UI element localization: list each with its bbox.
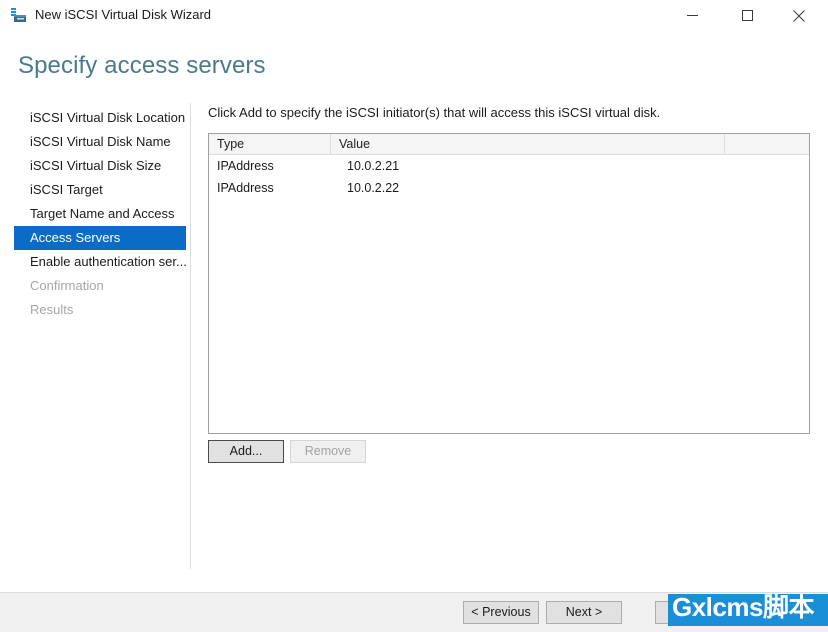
close-button[interactable]: [776, 0, 822, 31]
sidebar-item-label: Target Name and Access: [30, 206, 175, 221]
sidebar-item-access-servers[interactable]: Access Servers: [14, 226, 186, 250]
table-header-row: Type Value: [209, 134, 809, 155]
sidebar-item-results: Results: [0, 298, 190, 322]
column-header-value[interactable]: Value: [331, 134, 725, 154]
sidebar-item-label: iSCSI Virtual Disk Location: [30, 110, 186, 125]
sidebar-item-label: Confirmation: [30, 278, 104, 293]
previous-button[interactable]: < Previous: [463, 601, 539, 624]
sidebar-item-label: iSCSI Virtual Disk Size: [30, 158, 162, 173]
title-bar: New iSCSI Virtual Disk Wizard: [0, 0, 828, 31]
sidebar-item-label: iSCSI Target: [30, 182, 103, 197]
table-row[interactable]: IPAddress 10.0.2.21: [209, 155, 809, 177]
cell-value: 10.0.2.22: [347, 181, 400, 195]
window-title: New iSCSI Virtual Disk Wizard: [35, 7, 212, 22]
maximize-icon: [741, 10, 753, 21]
sidebar-item-enable-authentication-service[interactable]: Enable authentication ser...: [0, 250, 190, 274]
instruction-text: Click Add to specify the iSCSI initiator…: [208, 105, 661, 120]
sidebar-item-label: iSCSI Virtual Disk Name: [30, 134, 171, 149]
remove-button: Remove: [290, 440, 366, 463]
cell-value: 10.0.2.21: [347, 159, 400, 173]
next-button[interactable]: Next >: [546, 601, 622, 624]
minimize-button[interactable]: [669, 0, 715, 31]
wizard-step-list: iSCSI Virtual Disk Location iSCSI Virtua…: [0, 106, 190, 566]
sidebar-item-label: Access Servers: [30, 230, 121, 245]
sidebar-item-iscsi-target[interactable]: iSCSI Target: [0, 178, 190, 202]
sidebar-item-target-name-and-access[interactable]: Target Name and Access: [0, 202, 190, 226]
wizard-window: New iSCSI Virtual Disk Wizard Specify ac…: [0, 0, 828, 632]
cell-type: IPAddress: [217, 181, 274, 195]
close-icon: [793, 9, 805, 22]
cell-type: IPAddress: [217, 159, 274, 173]
watermark-text: Gxlcms脚本: [672, 594, 814, 622]
add-button[interactable]: Add...: [208, 440, 284, 463]
column-header-type[interactable]: Type: [209, 134, 331, 154]
column-header-blank[interactable]: [725, 134, 809, 154]
page-title: Specify access servers: [18, 52, 266, 79]
sidebar-item-confirmation: Confirmation: [0, 274, 190, 298]
watermark-overlay: Gxlcms脚本: [668, 594, 828, 626]
maximize-button[interactable]: [724, 0, 770, 31]
iscsi-disk-icon: [10, 7, 28, 24]
sidebar-item-iscsi-virtual-disk-name[interactable]: iSCSI Virtual Disk Name: [0, 130, 190, 154]
sidebar-item-label: Enable authentication ser...: [30, 254, 187, 269]
access-servers-table[interactable]: Type Value IPAddress 10.0.2.21 IPAddress…: [208, 133, 810, 434]
sidebar-item-label: Results: [30, 302, 74, 317]
minimize-icon: [686, 15, 698, 16]
sidebar-item-iscsi-virtual-disk-location[interactable]: iSCSI Virtual Disk Location: [0, 106, 190, 130]
nav-divider: [190, 103, 191, 569]
sidebar-item-iscsi-virtual-disk-size[interactable]: iSCSI Virtual Disk Size: [0, 154, 190, 178]
table-row[interactable]: IPAddress 10.0.2.22: [209, 177, 809, 199]
